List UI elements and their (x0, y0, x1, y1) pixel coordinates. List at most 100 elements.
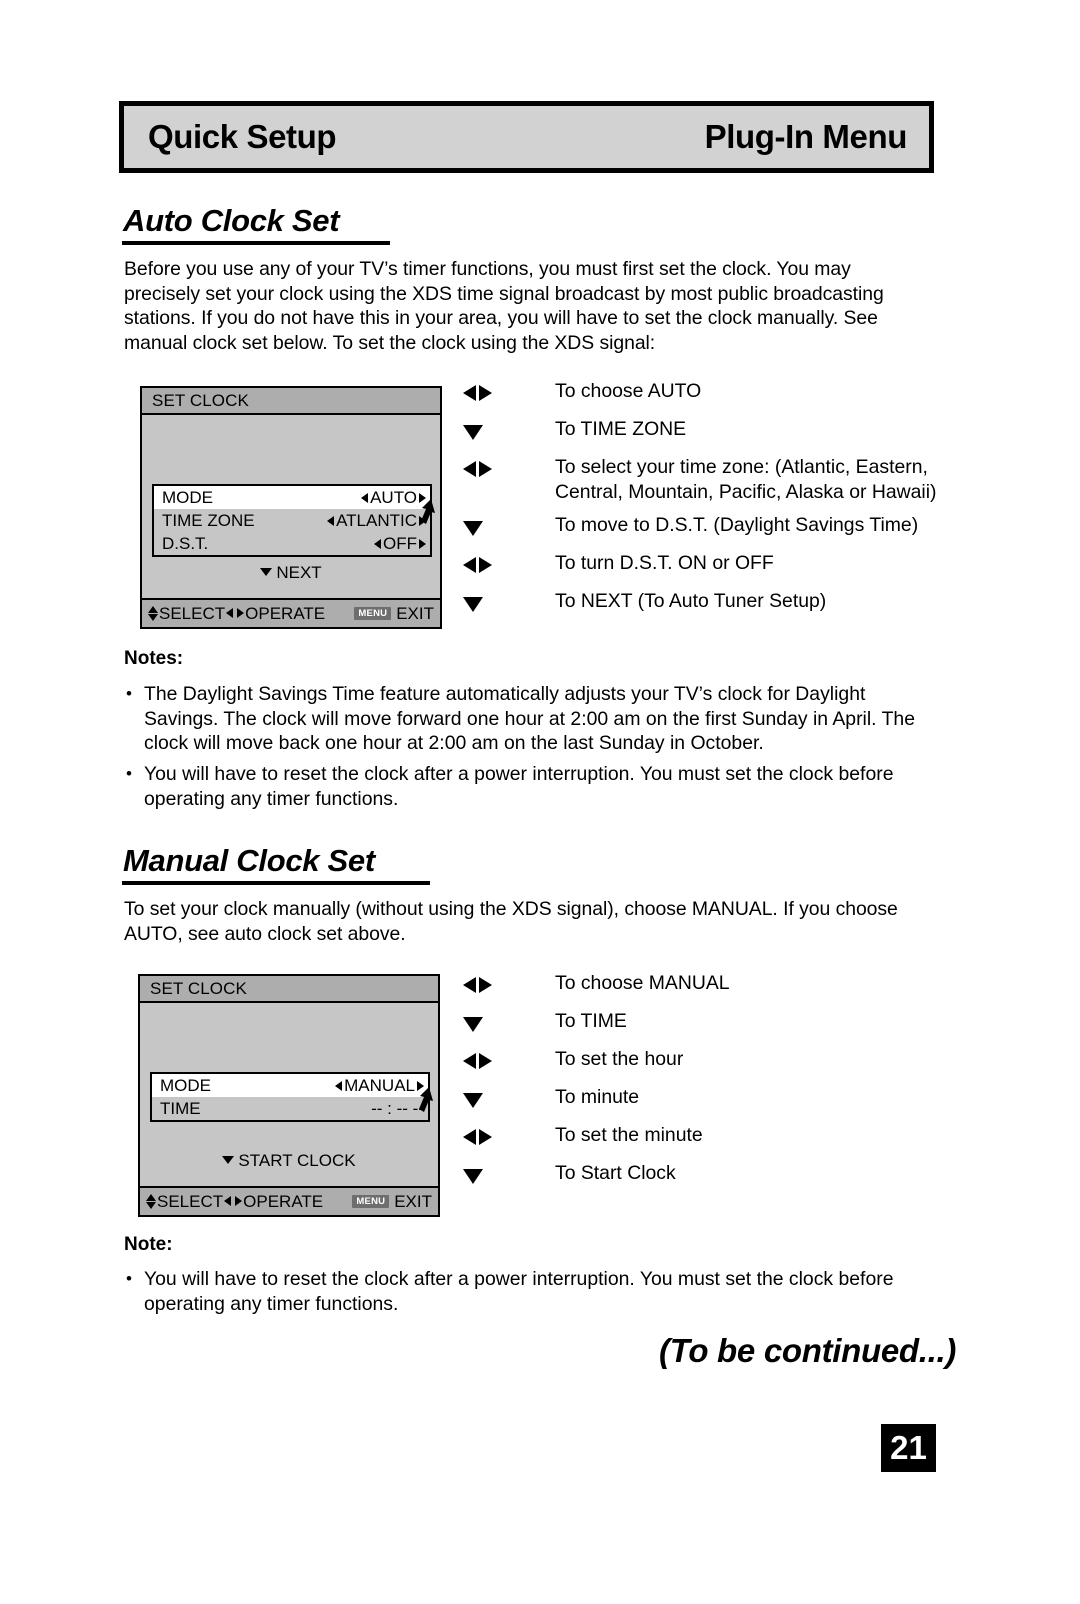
instruction-row: To choose AUTO (463, 379, 938, 409)
osd-body-auto: MODE AUTO TIME ZONE ATLANTIC D.S.T. OFF … (142, 415, 440, 598)
auto-note-item: • You will have to reset the clock after… (126, 762, 926, 811)
osd-row-time-zone[interactable]: TIME ZONE ATLANTIC (154, 509, 430, 532)
osd-footer-manual-operate-label: OPERATE (243, 1191, 324, 1211)
key-down-icon (463, 417, 555, 447)
instruction-text: To choose MANUAL (555, 972, 730, 994)
auto-clock-set-rule (122, 241, 390, 245)
instruction-text: To Start Clock (555, 1162, 676, 1184)
key-down-icon (463, 513, 555, 543)
key-left-right-icon (463, 1047, 555, 1077)
instruction-text: To NEXT (To Auto Tuner Setup) (555, 589, 827, 612)
down-arrow-icon (260, 568, 273, 576)
key-left-right-icon (463, 455, 555, 485)
auto-instruction-list: To choose AUTO To TIME ZONE To select yo… (463, 379, 938, 627)
instruction-row: To set the minute (463, 1123, 938, 1153)
auto-note-item: • The Daylight Savings Time feature auto… (126, 682, 934, 756)
instruction-text: To set the minute (555, 1124, 703, 1146)
manual-clock-set-intro: To set your clock manually (without usin… (124, 898, 898, 945)
left-arrow-icon[interactable] (374, 538, 381, 549)
osd-start-clock-manual[interactable]: START CLOCK (140, 1151, 438, 1171)
osd-panel-manual: SET CLOCK MODE MANUAL TIME -- : -- -- ST… (138, 974, 440, 1217)
key-down-icon (463, 1009, 555, 1039)
osd-row-time-zone-label: TIME ZONE (162, 510, 255, 530)
bullet-icon: • (126, 764, 132, 783)
osd-next-auto-label: NEXT (276, 563, 322, 582)
manual-page: Quick Setup Plug-In Menu Auto Clock Set … (0, 0, 1080, 1604)
osd-title-auto: SET CLOCK (142, 388, 440, 415)
right-arrow-icon[interactable] (419, 538, 426, 549)
osd-footer-auto-exit-label: EXIT (396, 603, 434, 623)
instruction-row: To NEXT (To Auto Tuner Setup) (463, 589, 938, 619)
key-left-right-icon (463, 971, 555, 1001)
left-arrow-icon[interactable] (327, 515, 335, 526)
left-right-arrows-icon (224, 1196, 243, 1207)
instruction-text: To TIME ZONE (555, 418, 687, 440)
manual-note-item: • You will have to reset the clock after… (126, 1267, 926, 1316)
osd-row-dst-value: OFF (383, 533, 417, 553)
osd-row-dst[interactable]: D.S.T. OFF (154, 532, 430, 555)
osd-footer-auto-left: SELECT OPERATE (148, 604, 325, 624)
instruction-text: To choose AUTO (555, 380, 702, 402)
instruction-row: To select your time zone: (Atlantic, Eas… (463, 455, 938, 504)
osd-next-auto[interactable]: NEXT (142, 563, 440, 583)
osd-footer-auto-right: MENU EXIT (354, 604, 434, 624)
instruction-text: To move to D.S.T. (Daylight Savings Time… (555, 513, 919, 536)
instruction-row: To TIME (463, 1009, 938, 1039)
osd-row-time-zone-value: ATLANTIC (336, 510, 417, 530)
osd-footer-manual-left: SELECT OPERATE (146, 1192, 323, 1212)
osd-row-mode-value-group[interactable]: AUTO (361, 488, 426, 508)
osd-footer-auto-operate-label: OPERATE (245, 603, 326, 623)
key-down-icon (463, 589, 555, 619)
osd-row-dst-value-group[interactable]: OFF (374, 534, 426, 554)
left-arrow-icon[interactable] (335, 1080, 343, 1091)
auto-note-text: The Daylight Savings Time feature automa… (144, 683, 915, 754)
osd-footer-auto-select-label: SELECT (159, 603, 226, 623)
instruction-text: To turn D.S.T. ON or OFF (555, 551, 774, 574)
manual-note-text: You will have to reset the clock after a… (144, 1268, 894, 1315)
manual-clock-set-rule (122, 881, 430, 885)
osd-row-mode[interactable]: MODE MANUAL (152, 1074, 428, 1097)
menu-button-chip[interactable]: MENU (354, 607, 392, 620)
key-left-right-icon (463, 379, 555, 409)
osd-row-time[interactable]: TIME -- : -- -- (152, 1097, 428, 1120)
osd-footer-manual: SELECT OPERATE MENU EXIT (140, 1186, 438, 1215)
osd-row-mode-label: MODE (160, 1075, 211, 1095)
key-down-icon (463, 1085, 555, 1115)
osd-row-group-auto: MODE AUTO TIME ZONE ATLANTIC D.S.T. OFF (152, 484, 432, 557)
cursor-arrow-icon (419, 1087, 433, 1112)
key-down-icon (463, 1161, 555, 1191)
instruction-row: To choose MANUAL (463, 971, 938, 1001)
osd-row-mode-value-group[interactable]: MANUAL (335, 1076, 424, 1096)
osd-row-dst-label: D.S.T. (162, 533, 209, 553)
instruction-row: To Start Clock (463, 1161, 938, 1191)
osd-footer-auto: SELECT OPERATE MENU EXIT (142, 598, 440, 627)
instruction-text: To set the hour (555, 1048, 684, 1070)
menu-button-chip[interactable]: MENU (352, 1195, 390, 1208)
instruction-text: To TIME (555, 1010, 627, 1032)
bullet-icon: • (126, 684, 132, 703)
osd-row-time-zone-value-group[interactable]: ATLANTIC (327, 511, 426, 531)
to-be-continued-label: (To be continued...) (659, 1332, 957, 1369)
osd-row-mode-label: MODE (162, 487, 213, 507)
down-arrow-icon (222, 1156, 235, 1164)
osd-body-manual: MODE MANUAL TIME -- : -- -- START CLOCK (140, 1003, 438, 1186)
key-left-right-icon (463, 551, 555, 581)
manual-clock-set-heading: Manual Clock Set (123, 843, 375, 878)
osd-row-mode[interactable]: MODE AUTO (154, 486, 430, 509)
osd-footer-manual-right: MENU EXIT (352, 1192, 432, 1212)
instruction-text: To minute (555, 1086, 640, 1108)
key-left-right-icon (463, 1123, 555, 1153)
header-right-title: Plug-In Menu (704, 118, 908, 155)
osd-row-time-label: TIME (160, 1098, 201, 1118)
auto-notes-label: Notes: (124, 648, 184, 669)
up-down-arrows-icon (148, 605, 158, 622)
osd-footer-manual-select-label: SELECT (157, 1191, 224, 1211)
auto-note-text: You will have to reset the clock after a… (144, 763, 894, 810)
osd-footer-manual-exit-label: EXIT (394, 1191, 432, 1211)
left-right-arrows-icon (226, 608, 245, 619)
osd-row-mode-value: MANUAL (344, 1075, 415, 1095)
instruction-row: To turn D.S.T. ON or OFF (463, 551, 938, 581)
instruction-row: To TIME ZONE (463, 417, 938, 447)
left-arrow-icon[interactable] (361, 492, 369, 503)
cursor-arrow-icon (421, 499, 435, 524)
